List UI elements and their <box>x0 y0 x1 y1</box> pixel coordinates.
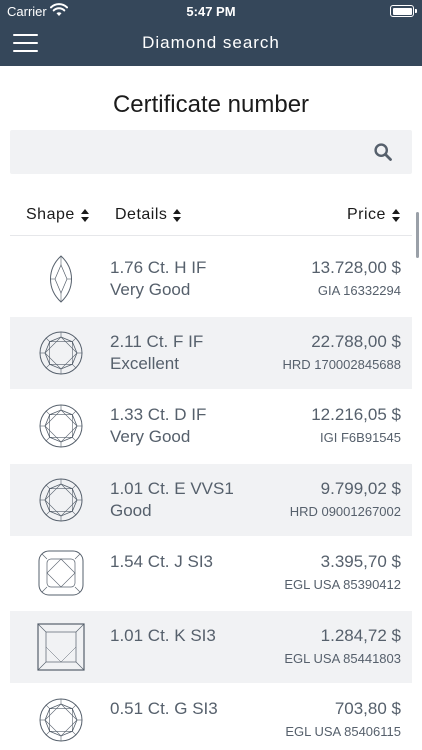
round-shape-icon <box>39 478 83 522</box>
price: 13.728,00 $ <box>311 258 401 277</box>
carat-color-clarity: 0.51 Ct. G SI3 <box>110 699 218 718</box>
battery-icon <box>390 5 417 17</box>
column-label-price: Price <box>347 206 386 223</box>
cut-grade: Very Good <box>110 280 191 299</box>
column-label-shape: Shape <box>26 206 75 223</box>
sort-by-shape[interactable]: Shape <box>26 206 89 224</box>
cut-grade: Very Good <box>110 427 191 446</box>
sort-by-price[interactable]: Price <box>347 206 400 224</box>
certificate-number: EGL USA 85390412 <box>284 577 401 592</box>
list-item[interactable]: 1.76 Ct. H IF Very Good 13.728,00 $ GIA 163… <box>10 243 412 315</box>
price: 22.788,00 $ <box>311 332 401 351</box>
round-shape-icon <box>39 331 83 375</box>
list-item[interactable]: 2.11 Ct. F IF Excellent 22.788,00 $ HRD 170… <box>10 317 412 389</box>
column-headers: Shape Details Price <box>0 200 422 230</box>
carat-color-clarity: 1.33 Ct. D IF <box>110 405 207 424</box>
sort-icon <box>173 208 182 222</box>
list-item[interactable]: 1.54 Ct. J SI3 3.395,70 $ EGL USA 85390412 <box>10 537 412 609</box>
carat-color-clarity: 1.01 Ct. E VVS1 <box>110 479 234 498</box>
round-shape-icon <box>39 404 83 448</box>
marquise-shape-icon <box>50 255 72 303</box>
sort-icon <box>80 208 89 222</box>
price: 1.284,72 $ <box>320 626 401 645</box>
carat-color-clarity: 2.11 Ct. F IF <box>110 332 204 351</box>
cushion-shape-icon <box>38 550 84 596</box>
certificate-number: HRD 170002845688 <box>282 357 401 372</box>
certificate-number: EGL USA 85441803 <box>284 651 401 666</box>
list-item[interactable]: 1.01 Ct. K SI3 1.284,72 $ EGL USA 85441803 <box>10 611 412 683</box>
certificate-number: GIA 16332294 <box>317 283 401 298</box>
nav-bar: Carrier 5:47 PM Diamond search <box>0 0 422 66</box>
column-label-details: Details <box>115 206 168 223</box>
sort-icon <box>391 208 400 222</box>
nav-title: Diamond search <box>142 33 280 52</box>
list-item[interactable]: 1.33 Ct. D IF Very Good 12.216,05 $ IGI F6B… <box>10 390 412 462</box>
status-bar: Carrier 5:47 PM <box>0 0 422 22</box>
certificate-number: HRD 09001267002 <box>289 504 401 519</box>
round-shape-icon <box>39 698 83 742</box>
princess-shape-icon <box>37 623 85 671</box>
certificate-number: EGL USA 85406115 <box>285 724 401 739</box>
search-icon[interactable] <box>374 143 392 161</box>
scrollbar[interactable] <box>416 212 419 258</box>
certificate-number: IGI F6B91545 <box>320 430 401 445</box>
carat-color-clarity: 1.01 Ct. K SI3 <box>110 626 216 645</box>
list-item[interactable]: 1.01 Ct. E VVS1 Good 9.799,02 $ HRD 0900126… <box>10 464 412 536</box>
search-bar <box>10 130 412 174</box>
app-screen: Carrier 5:47 PM Diamond search Certifica… <box>0 0 422 750</box>
status-time: 5:47 PM <box>186 4 236 19</box>
cut-grade: Excellent <box>110 354 179 373</box>
price: 12.216,05 $ <box>311 405 401 424</box>
price: 703,80 $ <box>334 699 401 718</box>
carat-color-clarity: 1.76 Ct. H IF <box>110 258 207 277</box>
header-divider <box>10 235 412 236</box>
sort-by-details[interactable]: Details <box>115 206 182 224</box>
price: 3.395,70 $ <box>320 552 401 571</box>
price: 9.799,02 $ <box>320 479 401 498</box>
carat-color-clarity: 1.54 Ct. J SI3 <box>110 552 213 571</box>
list-item[interactable]: 0.51 Ct. G SI3 703,80 $ EGL USA 85406115 <box>10 684 412 750</box>
page-title: Certificate number <box>112 91 310 118</box>
cut-grade: Good <box>110 501 152 520</box>
certificate-search-input[interactable] <box>10 130 370 174</box>
